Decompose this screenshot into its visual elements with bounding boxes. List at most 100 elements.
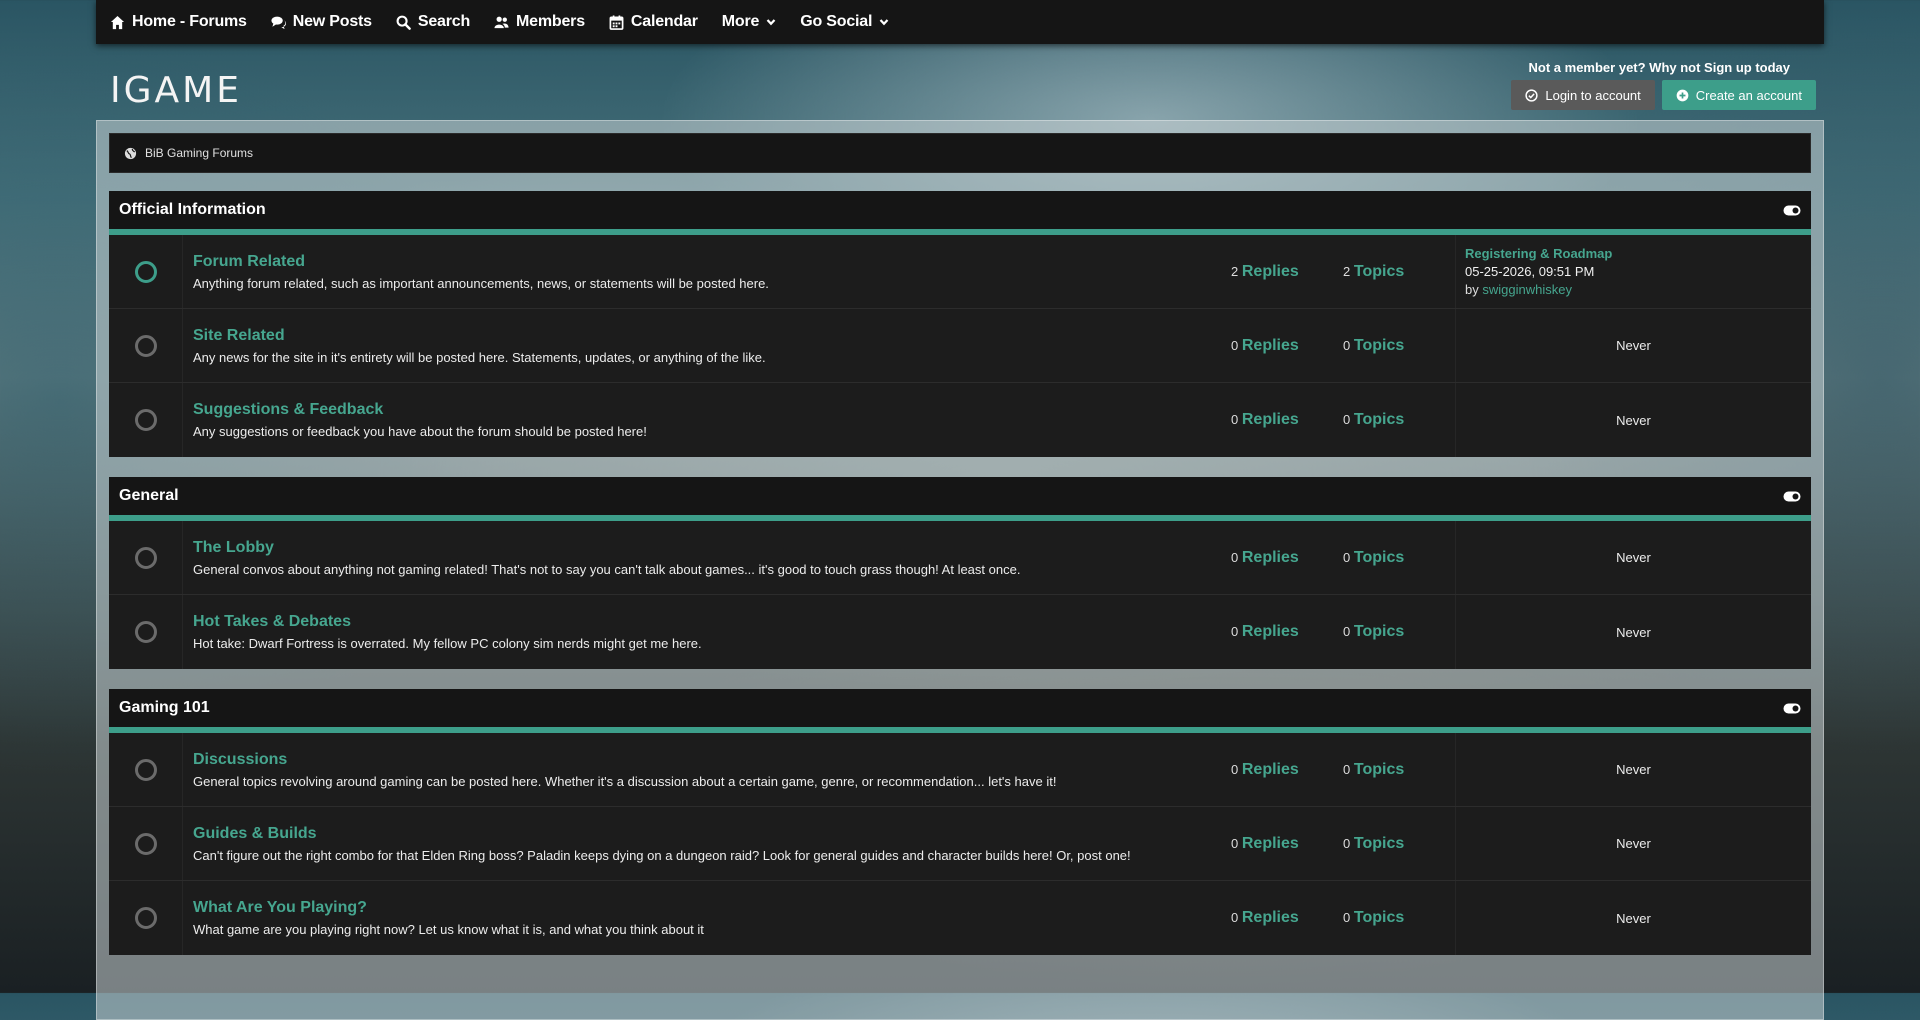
auth-buttons: Login to account Create an account [1511, 80, 1816, 110]
topics-label[interactable]: Topics [1354, 623, 1404, 640]
nav-go-social-dropdown[interactable]: Go Social [800, 13, 889, 31]
nav-search[interactable]: Search [396, 13, 470, 31]
forum-status-cell [109, 309, 183, 382]
nav-more-dropdown[interactable]: More [722, 13, 776, 31]
forum-status-icon [134, 260, 157, 283]
replies-label[interactable]: Replies [1242, 549, 1299, 566]
toggle-collapse-icon[interactable] [1783, 491, 1801, 502]
topics-label[interactable]: Topics [1354, 337, 1404, 354]
forum-info: Discussions General topics revolving aro… [183, 751, 1231, 789]
nav-new-posts[interactable]: New Posts [271, 13, 372, 31]
chevron-down-icon [766, 19, 776, 26]
breadcrumb-link[interactable]: BiB Gaming Forums [145, 146, 253, 160]
forum-status-icon [134, 832, 157, 855]
forum-title-link[interactable]: Suggestions & Feedback [193, 401, 1231, 419]
topics-label[interactable]: Topics [1354, 835, 1404, 852]
replies-label[interactable]: Replies [1242, 909, 1299, 926]
replies-stat: 0 Replies [1231, 411, 1343, 429]
forum-row: The Lobby General convos about anything … [109, 521, 1811, 595]
forum-row: Discussions General topics revolving aro… [109, 733, 1811, 807]
topics-count: 0 [1343, 412, 1351, 427]
replies-stat: 0 Replies [1231, 623, 1343, 641]
replies-stat: 0 Replies [1231, 337, 1343, 355]
forum-description: General convos about anything not gaming… [193, 561, 1021, 577]
replies-stat: 2 Replies [1231, 263, 1343, 281]
forum-title-link[interactable]: Hot Takes & Debates [193, 613, 1231, 631]
create-account-button[interactable]: Create an account [1661, 80, 1816, 110]
replies-label[interactable]: Replies [1242, 411, 1299, 428]
topics-count: 2 [1343, 263, 1351, 279]
forum-row: Guides & Builds Can't figure out the rig… [109, 807, 1811, 881]
nav-label: Members [516, 13, 585, 30]
forum-status-icon [134, 621, 157, 643]
last-post-never: Never [1616, 338, 1651, 353]
nav-label: Search [417, 13, 471, 30]
forum-title-link[interactable]: Forum Related [193, 253, 1231, 271]
nav-members[interactable]: Members [494, 13, 585, 31]
forum-status-icon [134, 334, 157, 357]
nav-home-forums[interactable]: Home - Forums [110, 13, 247, 31]
chevron-down-icon [879, 19, 889, 26]
replies-label[interactable]: Replies [1242, 761, 1299, 778]
forum-status-cell [109, 807, 183, 880]
topics-stat: 0 Topics [1343, 337, 1455, 355]
forum-title-link[interactable]: The Lobby [193, 539, 1231, 557]
replies-count: 0 [1231, 761, 1239, 777]
forum-description: Can't figure out the right combo for tha… [193, 847, 1131, 863]
users-icon [494, 16, 509, 28]
login-button[interactable]: Login to account [1511, 80, 1655, 110]
forum-title-link[interactable]: Discussions [193, 751, 1231, 769]
topics-count: 0 [1343, 337, 1351, 353]
replies-label[interactable]: Replies [1242, 623, 1299, 640]
toggle-collapse-icon[interactable] [1783, 703, 1801, 714]
last-post-title[interactable]: Registering & Roadmap [1465, 246, 1811, 261]
category-title[interactable]: Gaming 101 [119, 699, 210, 717]
topics-label[interactable]: Topics [1354, 263, 1404, 280]
topics-label[interactable]: Topics [1354, 549, 1404, 566]
forum-status-cell [109, 235, 183, 308]
forum-category: General The Lobby General convos about a… [109, 477, 1811, 669]
category-title[interactable]: Official Information [119, 201, 266, 219]
last-post-never: Never [1616, 412, 1651, 428]
forum-status-icon [134, 907, 157, 929]
category-title[interactable]: General [119, 487, 179, 505]
forum-row: Hot Takes & Debates Hot take: Dwarf Fort… [109, 595, 1811, 669]
toggle-collapse-icon[interactable] [1783, 205, 1801, 216]
nav-calendar[interactable]: Calendar [609, 13, 698, 31]
search-icon [396, 15, 411, 30]
forum-row: Forum Related Anything forum related, su… [109, 235, 1811, 309]
topics-count: 0 [1343, 549, 1351, 565]
replies-count: 2 [1231, 263, 1239, 279]
last-post-author[interactable]: swigginwhiskey [1482, 282, 1572, 297]
signup-prompt[interactable]: Not a member yet? Why not Sign up today [1529, 60, 1790, 75]
forum-title-link[interactable]: Site Related [193, 327, 1231, 345]
replies-label[interactable]: Replies [1242, 835, 1299, 852]
check-circle-icon [1525, 88, 1538, 102]
nav-label: Calendar [630, 13, 698, 30]
topics-label[interactable]: Topics [1354, 909, 1404, 926]
topics-stat: 2 Topics [1343, 263, 1455, 281]
topics-stat: 0 Topics [1343, 761, 1455, 779]
topics-count: 0 [1343, 761, 1351, 777]
site-logo[interactable]: IGAME [110, 70, 242, 111]
forum-category: Gaming 101 Discussions General topics re… [109, 689, 1811, 955]
last-post-never: Never [1616, 550, 1651, 565]
forum-info: What Are You Playing? What game are you … [183, 899, 1231, 937]
forum-info: Site Related Any news for the site in it… [183, 327, 1231, 365]
forum-title-link[interactable]: What Are You Playing? [193, 899, 1231, 917]
globe-icon [124, 147, 137, 159]
topics-label[interactable]: Topics [1354, 411, 1404, 428]
forum-row: Suggestions & Feedback Any suggestions o… [109, 383, 1811, 457]
home-icon [110, 15, 125, 29]
topics-count: 0 [1343, 835, 1351, 851]
forum-title-link[interactable]: Guides & Builds [193, 825, 1231, 843]
topics-label[interactable]: Topics [1354, 761, 1404, 778]
forum-status-cell [109, 521, 183, 594]
create-label: Create an account [1695, 87, 1802, 103]
topics-stat: 0 Topics [1343, 909, 1455, 927]
replies-label[interactable]: Replies [1242, 337, 1299, 354]
topics-stat: 0 Topics [1343, 835, 1455, 853]
forum-description: Any suggestions or feedback you have abo… [193, 424, 647, 439]
replies-label[interactable]: Replies [1242, 263, 1299, 280]
last-post-never: Never [1616, 762, 1651, 777]
